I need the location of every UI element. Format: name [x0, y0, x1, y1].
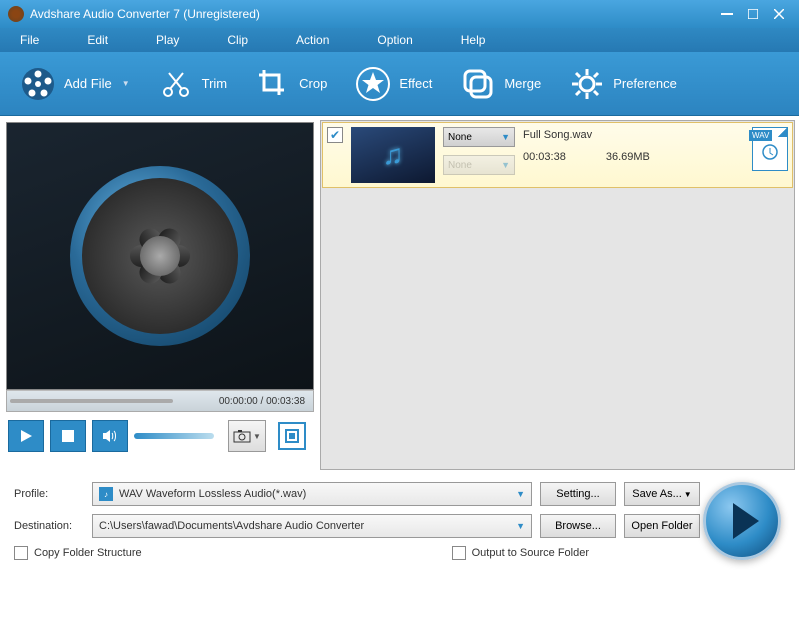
volume-button[interactable]: [92, 420, 128, 452]
chevron-down-icon: ▼: [516, 489, 525, 499]
add-file-label: Add File: [64, 76, 112, 91]
close-button[interactable]: [767, 6, 791, 22]
gear-icon: [569, 66, 605, 102]
profile-value: WAV Waveform Lossless Audio(*.wav): [119, 488, 306, 500]
menu-play[interactable]: Play: [156, 33, 179, 47]
open-folder-button[interactable]: Open Folder: [624, 514, 700, 538]
preference-button[interactable]: Preference: [569, 66, 677, 102]
menu-action[interactable]: Action: [296, 33, 329, 47]
effect-label: Effect: [399, 76, 432, 91]
progress-track[interactable]: [10, 399, 173, 403]
checkbox-icon: [452, 546, 466, 560]
save-as-button[interactable]: Save As...▼: [624, 482, 700, 506]
time-display: 00:00:00 / 00:03:38: [219, 396, 305, 407]
play-button[interactable]: [8, 420, 44, 452]
format-icon: WAV: [752, 127, 788, 171]
crop-button[interactable]: Crop: [255, 66, 327, 102]
setting-button[interactable]: Setting...: [540, 482, 616, 506]
profile-format-icon: ♪: [99, 487, 113, 501]
chevron-down-icon: ▼: [122, 79, 130, 88]
file-duration: 00:03:38: [523, 151, 566, 163]
profile-select[interactable]: ♪ WAV Waveform Lossless Audio(*.wav) ▼: [92, 482, 532, 506]
file-list: ✔ ♫ None▼ None▼ Full Song.wav 00:03:38 3…: [320, 120, 795, 470]
scissors-icon: [158, 66, 194, 102]
crop-icon: [255, 66, 291, 102]
file-thumbnail: ♫: [351, 127, 435, 183]
copy-folder-label: Copy Folder Structure: [34, 547, 142, 559]
file-checkbox[interactable]: ✔: [327, 127, 343, 143]
format-badge: WAV: [749, 130, 772, 141]
trim-button[interactable]: Trim: [158, 66, 228, 102]
menu-edit[interactable]: Edit: [87, 33, 108, 47]
volume-slider[interactable]: [134, 433, 214, 439]
fullscreen-button[interactable]: [278, 422, 306, 450]
window-title: Avdshare Audio Converter 7 (Unregistered…: [30, 7, 713, 21]
minimize-button[interactable]: [715, 6, 739, 22]
menu-file[interactable]: File: [20, 33, 39, 47]
bottom-panel: Profile: ♪ WAV Waveform Lossless Audio(*…: [0, 474, 799, 566]
preview-canvas: [6, 122, 314, 390]
chevron-down-icon: ▼: [516, 521, 525, 531]
toolbar: Add File ▼ Trim Crop Effect Merge Prefere…: [0, 52, 799, 116]
menu-option[interactable]: Option: [377, 33, 412, 47]
preview-controls: ▼: [6, 412, 314, 460]
film-reel-icon: [20, 66, 56, 102]
preview-pane: 00:00:00 / 00:03:38 ▼: [0, 116, 320, 474]
merge-icon: [460, 66, 496, 102]
profile-select-1[interactable]: None▼: [443, 127, 515, 147]
file-size: 36.69MB: [606, 151, 650, 163]
trim-label: Trim: [202, 76, 228, 91]
menu-bar: File Edit Play Clip Action Option Help: [0, 28, 799, 52]
file-name: Full Song.wav: [523, 129, 744, 141]
checkbox-icon: [14, 546, 28, 560]
browse-button[interactable]: Browse...: [540, 514, 616, 538]
add-file-button[interactable]: Add File ▼: [20, 66, 130, 102]
menu-help[interactable]: Help: [461, 33, 486, 47]
destination-label: Destination:: [14, 520, 84, 532]
title-bar: Avdshare Audio Converter 7 (Unregistered…: [0, 0, 799, 28]
preference-label: Preference: [613, 76, 677, 91]
profile-select-2[interactable]: None▼: [443, 155, 515, 175]
app-icon: [8, 6, 24, 22]
maximize-button[interactable]: [741, 6, 765, 22]
main-content: 00:00:00 / 00:03:38 ▼ ✔ ♫ None▼ None▼ Fu…: [0, 116, 799, 474]
output-source-label: Output to Source Folder: [472, 547, 589, 559]
file-item[interactable]: ✔ ♫ None▼ None▼ Full Song.wav 00:03:38 3…: [322, 122, 793, 188]
convert-button[interactable]: [703, 482, 781, 560]
stop-button[interactable]: [50, 420, 86, 452]
crop-label: Crop: [299, 76, 327, 91]
merge-button[interactable]: Merge: [460, 66, 541, 102]
time-bar[interactable]: 00:00:00 / 00:03:38: [6, 390, 314, 412]
output-source-checkbox[interactable]: Output to Source Folder: [452, 546, 589, 560]
profile-label: Profile:: [14, 488, 84, 500]
copy-folder-checkbox[interactable]: Copy Folder Structure: [14, 546, 142, 560]
star-icon: [355, 66, 391, 102]
menu-clip[interactable]: Clip: [227, 33, 248, 47]
effect-button[interactable]: Effect: [355, 66, 432, 102]
merge-label: Merge: [504, 76, 541, 91]
destination-select[interactable]: C:\Users\fawad\Documents\Avdshare Audio …: [92, 514, 532, 538]
reel-wheel-icon: [70, 166, 250, 346]
destination-value: C:\Users\fawad\Documents\Avdshare Audio …: [99, 520, 364, 532]
music-note-icon: ♫: [383, 139, 404, 171]
snapshot-button[interactable]: ▼: [228, 420, 266, 452]
